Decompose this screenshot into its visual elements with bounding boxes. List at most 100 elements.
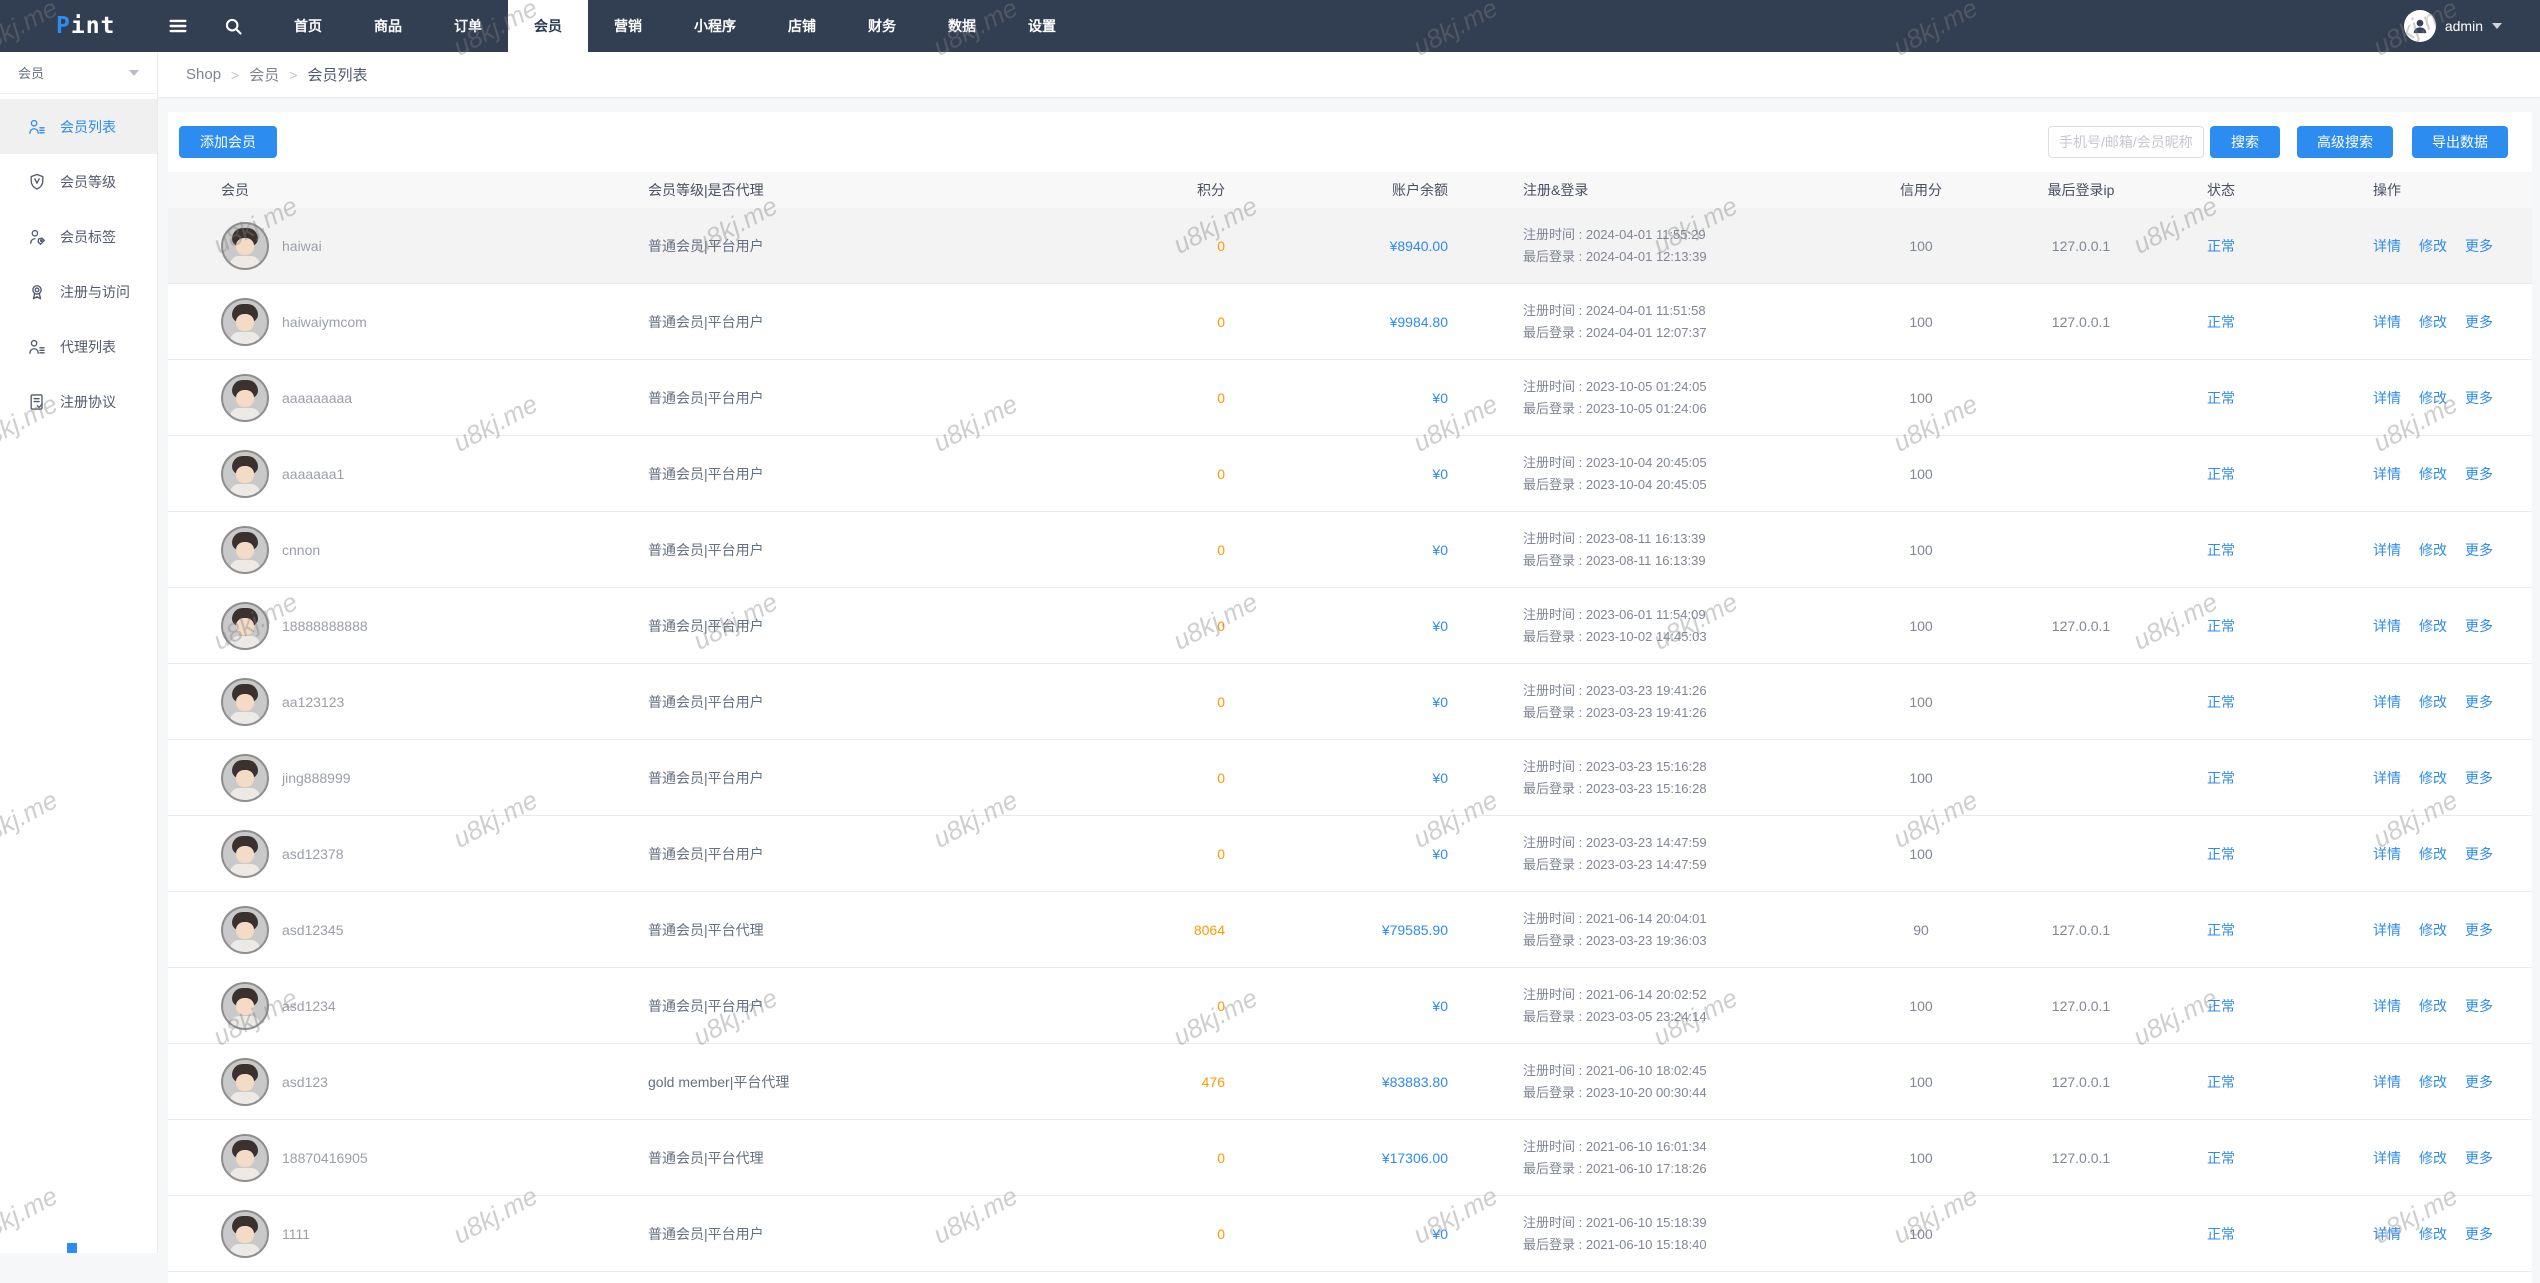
action-edit[interactable]: 修改 <box>2419 692 2447 712</box>
action-edit[interactable]: 修改 <box>2419 1072 2447 1092</box>
search-button[interactable]: 搜索 <box>2210 126 2280 158</box>
member-level: 普通会员|平台用户 <box>648 388 1000 408</box>
nav-item-设置[interactable]: 设置 <box>1002 0 1082 52</box>
breadcrumb-item-member[interactable]: 会员 <box>249 64 279 85</box>
member-points: 0 <box>1000 694 1248 710</box>
search-icon[interactable] <box>213 0 253 52</box>
action-detail[interactable]: 详情 <box>2373 692 2401 712</box>
sidebar-item-代理列表[interactable]: 代理列表 <box>0 319 157 374</box>
member-level: 普通会员|平台用户 <box>648 692 1000 712</box>
member-balance: ¥17306.00 <box>1248 1150 1466 1166</box>
nav-item-营销[interactable]: 营销 <box>588 0 668 52</box>
member-credit: 90 <box>1856 922 1986 938</box>
sidebar-header[interactable]: 会员 <box>0 52 157 94</box>
status-badge: 正常 <box>2176 388 2266 408</box>
action-more[interactable]: 更多 <box>2465 1148 2493 1168</box>
export-data-button[interactable]: 导出数据 <box>2412 126 2508 158</box>
action-more[interactable]: 更多 <box>2465 768 2493 788</box>
action-edit[interactable]: 修改 <box>2419 388 2447 408</box>
action-edit[interactable]: 修改 <box>2419 996 2447 1016</box>
action-edit[interactable]: 修改 <box>2419 768 2447 788</box>
last-login-time: 最后登录 : 2021-06-10 15:18:40 <box>1523 1234 1856 1256</box>
action-more[interactable]: 更多 <box>2465 1072 2493 1092</box>
nav-item-店铺[interactable]: 店铺 <box>762 0 842 52</box>
medal-icon <box>27 282 47 302</box>
action-detail[interactable]: 详情 <box>2373 464 2401 484</box>
chat-widget[interactable] <box>67 1243 77 1253</box>
member-level: 普通会员|平台用户 <box>648 844 1000 864</box>
action-edit[interactable]: 修改 <box>2419 312 2447 332</box>
member-level: 普通会员|平台用户 <box>648 464 1000 484</box>
member-last-ip: 127.0.0.1 <box>1986 238 2176 254</box>
table-row: 1111 普通会员|平台用户 0 ¥0 注册时间 : 2021-06-10 15… <box>168 1196 2532 1272</box>
nav-item-会员[interactable]: 会员 <box>508 0 588 52</box>
action-detail[interactable]: 详情 <box>2373 236 2401 256</box>
action-edit[interactable]: 修改 <box>2419 1148 2447 1168</box>
hamburger-menu-icon[interactable] <box>158 0 198 52</box>
row-actions: 详情修改更多 <box>2266 844 2532 864</box>
action-edit[interactable]: 修改 <box>2419 844 2447 864</box>
member-balance: ¥0 <box>1248 1226 1466 1242</box>
register-time: 注册时间 : 2024-04-01 11:51:58 <box>1523 300 1856 322</box>
member-avatar <box>221 374 269 422</box>
member-credit: 100 <box>1856 618 1986 634</box>
sidebar-item-会员等级[interactable]: 会员等级 <box>0 154 157 209</box>
action-more[interactable]: 更多 <box>2465 464 2493 484</box>
action-more[interactable]: 更多 <box>2465 388 2493 408</box>
action-detail[interactable]: 详情 <box>2373 1148 2401 1168</box>
register-time: 注册时间 : 2023-03-23 14:47:59 <box>1523 832 1856 854</box>
nav-item-数据[interactable]: 数据 <box>922 0 1002 52</box>
action-detail[interactable]: 详情 <box>2373 388 2401 408</box>
user-menu[interactable]: admin <box>2404 10 2502 42</box>
action-more[interactable]: 更多 <box>2465 920 2493 940</box>
sidebar-item-会员标签[interactable]: 会员标签 <box>0 209 157 264</box>
action-edit[interactable]: 修改 <box>2419 464 2447 484</box>
action-more[interactable]: 更多 <box>2465 844 2493 864</box>
action-more[interactable]: 更多 <box>2465 1224 2493 1244</box>
action-detail[interactable]: 详情 <box>2373 616 2401 636</box>
action-more[interactable]: 更多 <box>2465 692 2493 712</box>
action-edit[interactable]: 修改 <box>2419 1224 2447 1244</box>
member-level: 普通会员|平台用户 <box>648 540 1000 560</box>
member-balance: ¥0 <box>1248 694 1466 710</box>
member-points: 476 <box>1000 1074 1248 1090</box>
nav-item-订单[interactable]: 订单 <box>428 0 508 52</box>
add-member-button[interactable]: 添加会员 <box>179 126 277 158</box>
member-balance: ¥8940.00 <box>1248 238 1466 254</box>
header-balance: 账户余额 <box>1248 180 1466 200</box>
action-more[interactable]: 更多 <box>2465 616 2493 636</box>
action-detail[interactable]: 详情 <box>2373 1224 2401 1244</box>
action-detail[interactable]: 详情 <box>2373 996 2401 1016</box>
table-row: aa123123 普通会员|平台用户 0 ¥0 注册时间 : 2023-03-2… <box>168 664 2532 740</box>
action-more[interactable]: 更多 <box>2465 312 2493 332</box>
action-edit[interactable]: 修改 <box>2419 236 2447 256</box>
action-detail[interactable]: 详情 <box>2373 844 2401 864</box>
row-actions: 详情修改更多 <box>2266 1148 2532 1168</box>
sidebar-item-注册协议[interactable]: 注册协议 <box>0 374 157 429</box>
table-row: asd12345 普通会员|平台代理 8064 ¥79585.90 注册时间 :… <box>168 892 2532 968</box>
action-detail[interactable]: 详情 <box>2373 1072 2401 1092</box>
action-detail[interactable]: 详情 <box>2373 312 2401 332</box>
nav-item-财务[interactable]: 财务 <box>842 0 922 52</box>
action-detail[interactable]: 详情 <box>2373 920 2401 940</box>
action-detail[interactable]: 详情 <box>2373 768 2401 788</box>
action-edit[interactable]: 修改 <box>2419 920 2447 940</box>
nav-item-商品[interactable]: 商品 <box>348 0 428 52</box>
action-edit[interactable]: 修改 <box>2419 540 2447 560</box>
nav-item-小程序[interactable]: 小程序 <box>668 0 762 52</box>
sidebar-item-会员列表[interactable]: 会员列表 <box>0 99 157 154</box>
content-card: 添加会员 搜索 高级搜索 导出数据 会员 会员等级|是否代理 积分 账户余额 注… <box>168 112 2532 1283</box>
advanced-search-button[interactable]: 高级搜索 <box>2297 126 2393 158</box>
member-credit: 100 <box>1856 542 1986 558</box>
action-edit[interactable]: 修改 <box>2419 616 2447 636</box>
search-input[interactable] <box>2048 126 2204 158</box>
action-more[interactable]: 更多 <box>2465 236 2493 256</box>
nav-item-首页[interactable]: 首页 <box>268 0 348 52</box>
breadcrumb-item-shop[interactable]: Shop <box>186 66 221 83</box>
action-more[interactable]: 更多 <box>2465 996 2493 1016</box>
member-name: haiwai <box>282 238 322 254</box>
action-detail[interactable]: 详情 <box>2373 540 2401 560</box>
action-more[interactable]: 更多 <box>2465 540 2493 560</box>
sidebar-item-注册与访问[interactable]: 注册与访问 <box>0 264 157 319</box>
row-actions: 详情修改更多 <box>2266 1224 2532 1244</box>
